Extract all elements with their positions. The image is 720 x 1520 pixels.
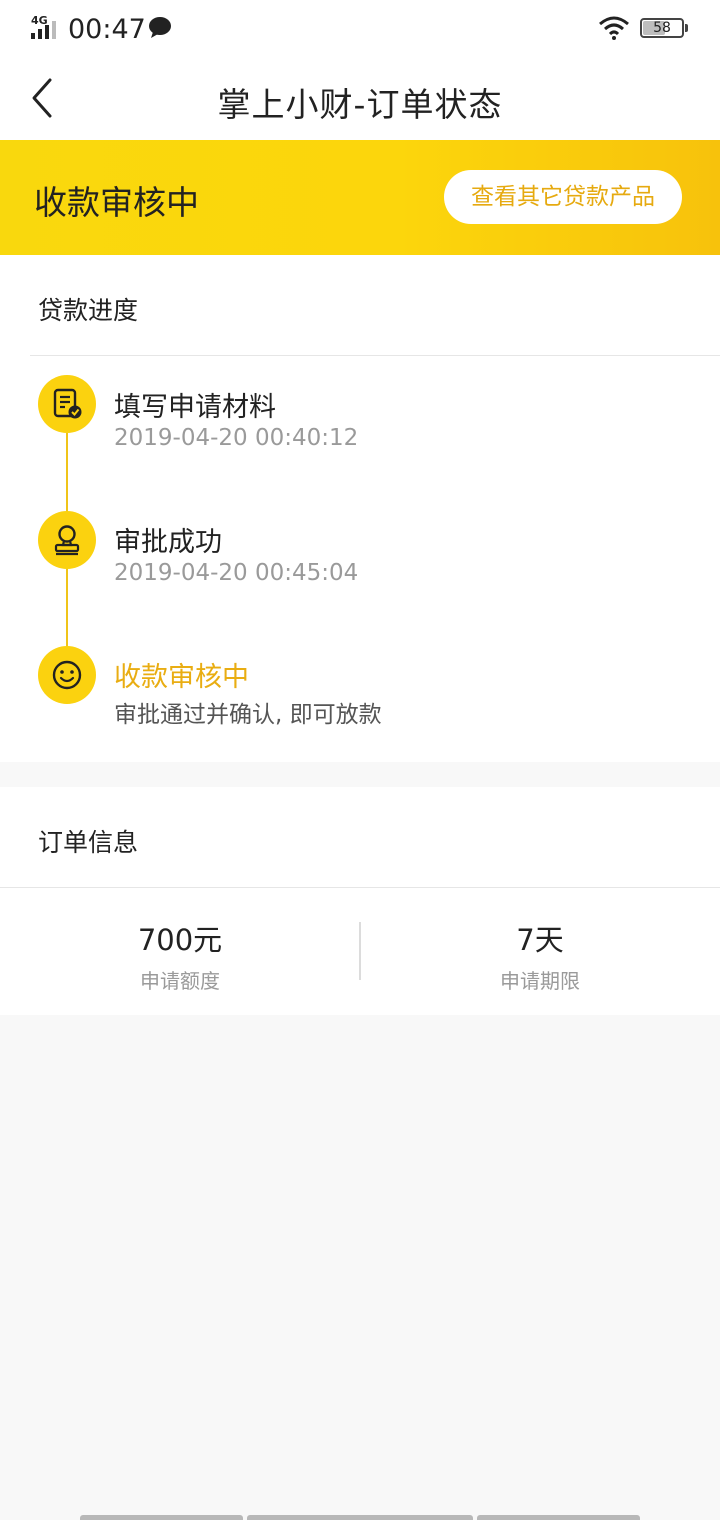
status-bar: 4G 00:47 58 [0,0,720,58]
timeline-connector [66,568,68,648]
battery-icon: 58 [640,18,688,38]
smiley-icon [52,660,82,690]
wifi-icon [599,16,629,40]
amount-value: 700元 [137,923,223,957]
step-title: 填写申请材料 [114,392,276,423]
step-timestamp: 2019-04-20 00:45:04 [114,560,359,586]
view-other-loans-button[interactable]: 查看其它贷款产品 [444,170,682,224]
home-indicator [247,1515,473,1520]
order-term: 7天 申请期限 [360,917,720,994]
home-indicator [80,1515,243,1520]
timeline-connector [66,433,68,513]
step-icon-stamp [38,511,96,569]
order-status-banner: 收款审核中 查看其它贷款产品 [0,140,720,255]
cellular-signal-icon: 4G [31,14,56,39]
home-indicator [477,1515,640,1520]
progress-section-title: 贷款进度 [38,296,139,325]
amount-label: 申请额度 [140,969,220,993]
document-check-icon [53,388,82,419]
term-label: 申请期限 [500,969,580,993]
order-info-card: 订单信息 700元 申请额度 7天 申请期限 [0,787,720,1015]
message-notification-icon [149,17,171,38]
banner-status-text: 收款审核中 [34,183,199,222]
battery-level: 58 [653,20,671,36]
loan-progress-card: 贷款进度 填写申请材料 2019-04-20 00:40:12 审批成功 201… [0,255,720,762]
page-title: 掌上小财-订单状态 [217,85,503,124]
step-title: 审批成功 [114,527,222,558]
term-value: 7天 [516,923,564,957]
stamp-icon [54,525,80,556]
navigation-bar: 掌上小财-订单状态 [0,58,720,140]
step-icon-smiley [38,646,96,704]
order-amount: 700元 申请额度 [0,917,360,994]
step-icon-document [38,375,96,433]
step-description: 审批通过并确认, 即可放款 [114,702,382,728]
divider [30,355,720,356]
order-section-title: 订单信息 [38,828,139,857]
step-title-current: 收款审核中 [114,662,249,693]
divider [0,887,720,888]
status-time: 00:47 [68,14,146,45]
step-timestamp: 2019-04-20 00:40:12 [114,425,359,451]
